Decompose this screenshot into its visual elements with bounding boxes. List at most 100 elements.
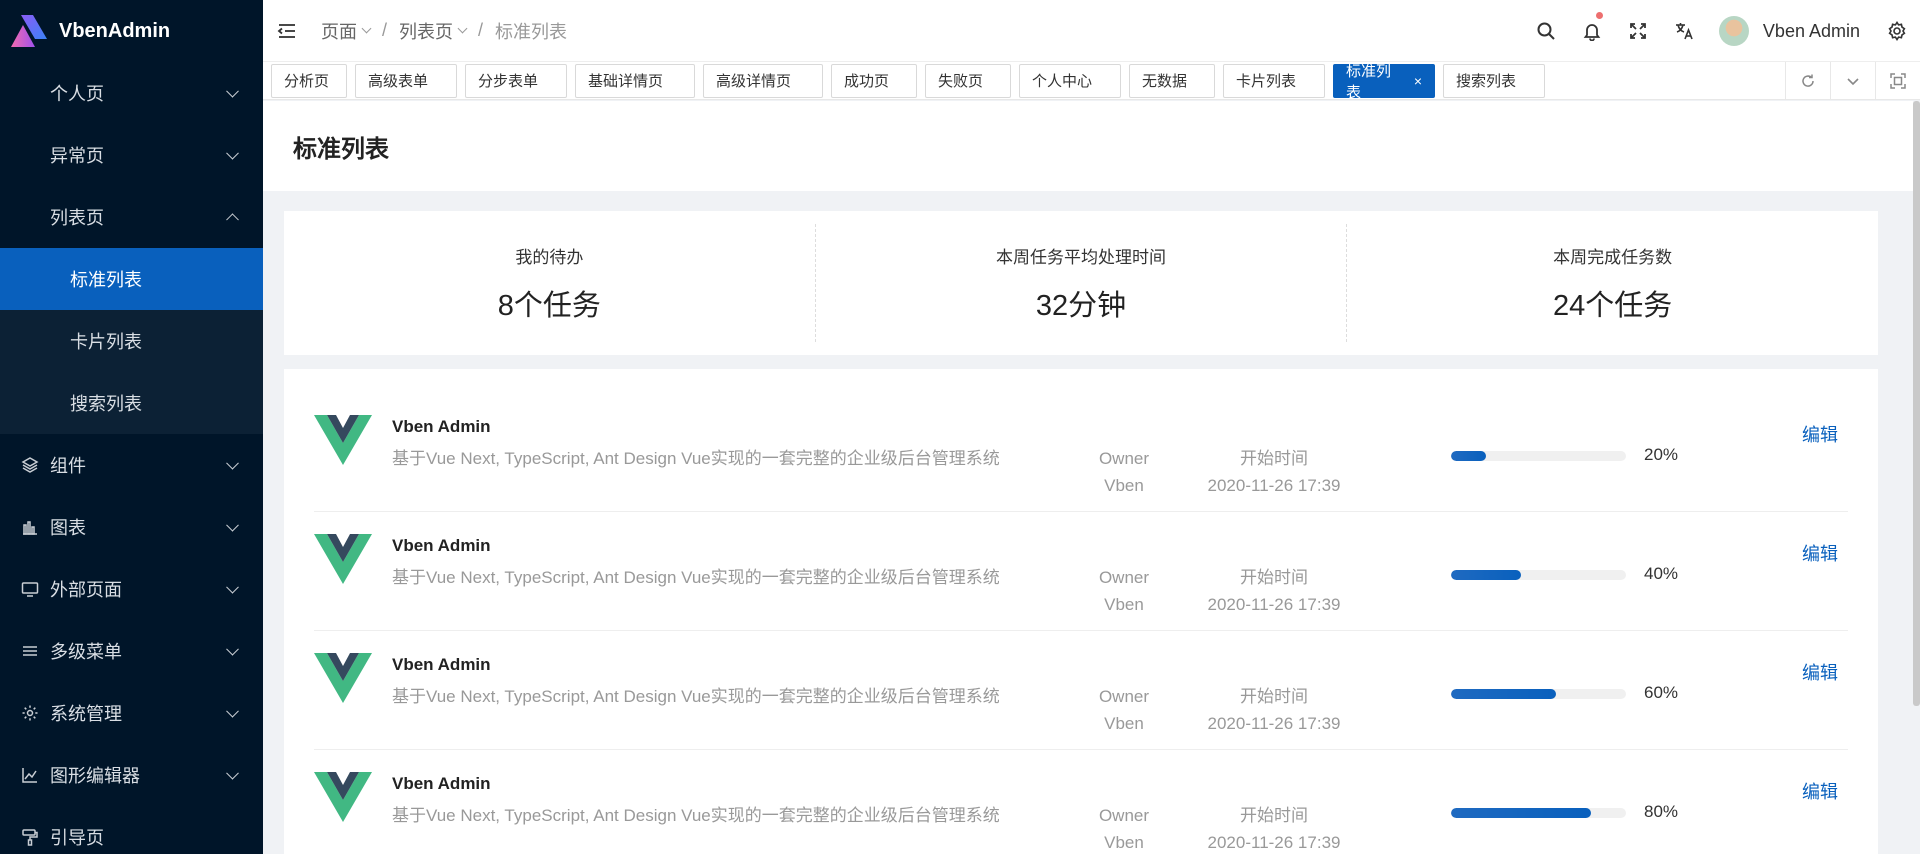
bell-icon[interactable] <box>1569 0 1615 62</box>
sidebar-item-guide[interactable]: 引导页 <box>0 806 263 854</box>
sidebar-item-external[interactable]: 外部页面 <box>0 558 263 620</box>
vben-logo-icon <box>9 13 49 49</box>
tab-standard-list[interactable]: 标准列表 × <box>1333 63 1435 101</box>
close-icon[interactable]: × <box>1414 73 1422 89</box>
edit-link[interactable]: 编辑 <box>1802 778 1838 804</box>
avatar <box>1718 16 1749 46</box>
time-value: 2020-11-26 17:39 <box>1207 595 1341 614</box>
stat-value: 24个任务 <box>1553 289 1673 322</box>
sidebar-item-search-list[interactable]: 搜索列表 <box>0 372 263 434</box>
app-title: VbenAdmin <box>59 19 171 42</box>
chevron-down-icon[interactable] <box>1830 62 1875 100</box>
item-title: Vben Admin <box>392 536 491 555</box>
tab-analysis[interactable]: 分析页 <box>271 63 347 98</box>
item-owner: Owner Vben <box>1074 445 1174 499</box>
tab-label: 高级表单 <box>368 73 429 90</box>
progress-bar <box>1451 689 1626 699</box>
tab-advanced-form[interactable]: 高级表单 <box>355 63 457 98</box>
chevron-down-icon <box>361 23 372 34</box>
gear-icon <box>20 703 40 723</box>
user-dropdown[interactable]: Vben Admin <box>1707 0 1874 62</box>
tab-bar: 分析页 高级表单 分步表单 基础详情页 高级详情页 成功页 失败页 个人中心 无… <box>263 62 1920 101</box>
breadcrumb-label: 列表页 <box>399 21 454 42</box>
item-title: Vben Admin <box>392 655 491 674</box>
owner-value: Vben <box>1104 595 1144 614</box>
tab-list: 分析页 高级表单 分步表单 基础详情页 高级详情页 成功页 失败页 个人中心 无… <box>263 63 1553 101</box>
search-icon[interactable] <box>1523 0 1569 62</box>
breadcrumb-item-pages[interactable]: 页面 <box>321 18 372 44</box>
expand-icon[interactable] <box>1875 62 1920 100</box>
owner-value: Vben <box>1104 833 1144 852</box>
item-start-time: 开始时间 2020-11-26 17:39 <box>1194 802 1354 854</box>
owner-label: Owner <box>1098 568 1150 587</box>
time-value: 2020-11-26 17:39 <box>1207 476 1341 495</box>
item-owner: Owner Vben <box>1074 564 1174 618</box>
tab-card-list[interactable]: 卡片列表 <box>1223 63 1325 98</box>
sidebar-item-label: 标准列表 <box>70 270 142 290</box>
user-name: Vben Admin <box>1762 20 1860 41</box>
sidebar: VbenAdmin 个人页 异常页 列表页 标准列表 卡片列表 搜索列表 组件 … <box>0 0 263 854</box>
sidebar-item-card-list[interactable]: 卡片列表 <box>0 310 263 372</box>
tab-step-form[interactable]: 分步表单 <box>465 63 567 98</box>
stat-avg-time: 本周任务平均处理时间 32分钟 <box>814 224 1347 342</box>
tab-fail[interactable]: 失败页 <box>925 63 1011 98</box>
tab-success[interactable]: 成功页 <box>831 63 917 98</box>
tab-basic-detail[interactable]: 基础详情页 <box>575 63 695 98</box>
sidebar-item-system[interactable]: 系统管理 <box>0 682 263 744</box>
tab-label: 无数据 <box>1142 73 1188 90</box>
vue-logo-icon <box>314 653 372 703</box>
tab-search-list[interactable]: 搜索列表 <box>1443 63 1545 98</box>
settings-icon[interactable] <box>1874 0 1920 62</box>
sidebar-item-personal[interactable]: 个人页 <box>0 62 263 124</box>
stat-title: 本周完成任务数 <box>1553 247 1673 267</box>
sidebar-item-list[interactable]: 列表页 <box>0 186 263 248</box>
main-content: 标准列表 我的待办 8个任务 本周任务平均处理时间 32分钟 本周完成任务数 2… <box>263 101 1913 854</box>
time-label: 开始时间 <box>1240 806 1308 825</box>
tab-no-data[interactable]: 无数据 <box>1129 63 1215 98</box>
stat-value: 32分钟 <box>1035 289 1127 322</box>
item-owner: Owner Vben <box>1074 802 1174 854</box>
sidebar-item-components[interactable]: 组件 <box>0 434 263 496</box>
tab-label: 卡片列表 <box>1236 73 1297 90</box>
tab-label: 分步表单 <box>478 73 539 90</box>
tab-label: 个人中心 <box>1032 73 1093 90</box>
fullscreen-icon[interactable] <box>1615 0 1661 62</box>
tab-label: 成功页 <box>844 73 890 90</box>
owner-label: Owner <box>1098 449 1150 468</box>
progress-bar <box>1451 451 1626 461</box>
edit-link[interactable]: 编辑 <box>1802 421 1838 447</box>
sidebar-item-exception[interactable]: 异常页 <box>0 124 263 186</box>
edit-link[interactable]: 编辑 <box>1802 540 1838 566</box>
progress-fill <box>1451 689 1556 699</box>
sidebar-item-label: 引导页 <box>50 828 104 848</box>
scrollbar[interactable] <box>1913 101 1920 706</box>
progress-bar <box>1451 570 1626 580</box>
bar-chart-icon <box>20 517 40 537</box>
sidebar-item-graph-editor[interactable]: 图形编辑器 <box>0 744 263 806</box>
paint-roller-icon <box>20 827 40 847</box>
progress-percent: 80% <box>1644 802 1679 821</box>
tab-label: 基础详情页 <box>588 73 664 90</box>
refresh-icon[interactable] <box>1785 62 1830 100</box>
sidebar-item-standard-list[interactable]: 标准列表 <box>0 248 263 310</box>
tab-account-center[interactable]: 个人中心 <box>1019 63 1121 98</box>
menu-fold-icon[interactable] <box>277 22 299 40</box>
translate-icon[interactable] <box>1661 0 1707 62</box>
edit-link[interactable]: 编辑 <box>1802 659 1838 685</box>
sidebar-item-charts[interactable]: 图表 <box>0 496 263 558</box>
breadcrumb-item-list[interactable]: 列表页 <box>399 18 468 44</box>
page-header: 标准列表 <box>263 101 1913 191</box>
item-title: Vben Admin <box>392 417 491 436</box>
stats-panel: 我的待办 8个任务 本周任务平均处理时间 32分钟 本周完成任务数 24个任务 <box>284 211 1878 355</box>
stat-value: 8个任务 <box>497 289 601 322</box>
tab-advanced-detail[interactable]: 高级详情页 <box>703 63 823 98</box>
sidebar-item-multi-menu[interactable]: 多级菜单 <box>0 620 263 682</box>
vue-logo-icon <box>314 772 372 822</box>
list-item: Vben Admin 基于Vue Next, TypeScript, Ant D… <box>314 393 1848 512</box>
logo[interactable]: VbenAdmin <box>0 0 263 62</box>
time-value: 2020-11-26 17:39 <box>1207 833 1341 852</box>
header: 页面 / 列表页 / 标准列表 Vben Admin <box>263 0 1920 62</box>
item-start-time: 开始时间 2020-11-26 17:39 <box>1194 445 1354 499</box>
vue-logo-icon <box>314 415 372 465</box>
stat-completed: 本周完成任务数 24个任务 <box>1346 224 1878 342</box>
